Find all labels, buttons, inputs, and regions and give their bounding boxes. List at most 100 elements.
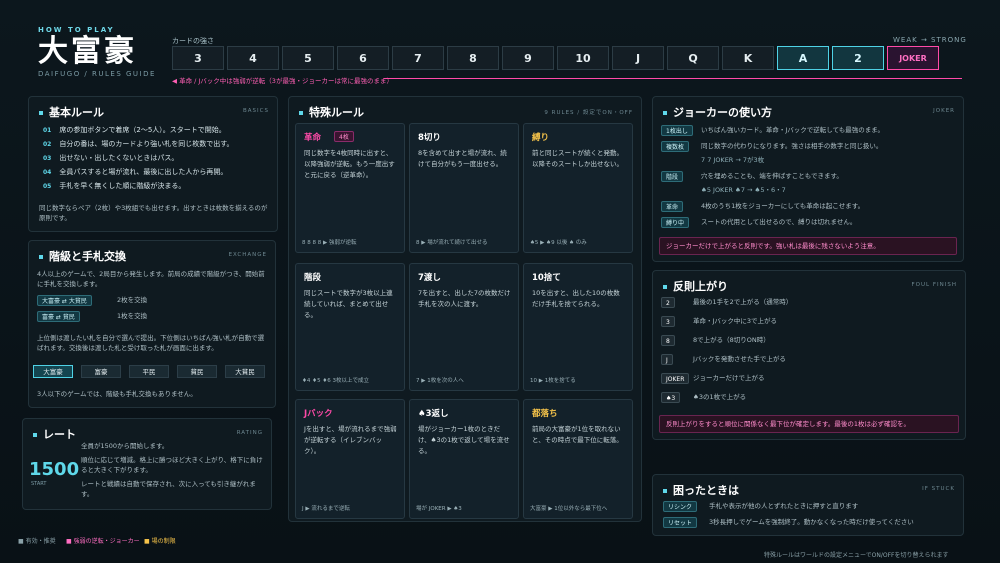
foul-text: ジョーカーだけで上がる — [693, 374, 765, 382]
special-rule-desc: 10を出すと、出した10の枚数だけ手札を捨てられる。 — [532, 289, 620, 308]
rule-number: 02 — [43, 141, 52, 148]
if-stuck-tag: IF STUCK — [922, 486, 955, 492]
special-rule-card: 10捨て 10を出すと、出した10の枚数だけ手札を捨てられる。 10 ▶ 1枚を捨て… — [523, 263, 633, 391]
foul-key: J — [661, 354, 673, 365]
rating-panel: レート RATING 1500 START 全員が1500から開始します。 順位… — [22, 418, 272, 510]
special-rule-example: 8 8 8 8 ▶ 強弱が逆転 — [302, 240, 357, 246]
rule-text: 出せない・出したくないときはパス。 — [59, 154, 179, 162]
special-rule-example: 7 ▶ 1枚を次の人へ — [416, 378, 464, 384]
weak-strong-label: WEAK → STRONG — [893, 36, 967, 44]
foul-text: 最後の1手を2で上がる（通常時） — [693, 298, 793, 306]
special-rule-title: 都落ち — [532, 409, 558, 419]
basic-note: 同じ数字ならペア（2枚）や3枚組でも出せます。出すときは枚数を揃えるのが原則です… — [39, 204, 268, 222]
special-rule-card: 革命 4枚同じ数字を4枚同時に出すと、以降強弱が逆転。もう一度出すと元に戻る（逆革… — [295, 123, 405, 253]
basic-rules-panel: 基本ルール BASICS 01 席の参加ボタンで着席（2〜5人）。スタートで開始。… — [28, 96, 278, 232]
joker-chip: 革命 — [661, 201, 684, 212]
special-rule-desc: 同じ数字を4枚同時に出すと、以降強弱が逆転。もう一度出すと元に戻る（逆革命）。 — [304, 149, 395, 179]
rule-item: 04 全員パスすると場が流れ、最後に出した人から再開。 — [43, 167, 227, 177]
special-rule-example: 10 ▶ 1枚を捨てる — [530, 378, 576, 384]
special-rule-title: 階段 — [304, 273, 322, 283]
rules-board: HOW TO PLAY 大富豪 DAIFUGO / RULES GUIDE カー… — [0, 0, 1000, 563]
rule-number: 04 — [43, 169, 52, 176]
exchange-text: 2枚を交換 — [117, 296, 148, 304]
special-rule-card: 都落ち 前局の大富豪が1位を取れないと、その時点で最下位に転落。 大富豪 ▶ 1位以… — [523, 399, 633, 519]
joker-text: スートの代用として出せるので、縛りは切れません。 — [701, 218, 857, 226]
special-rule-desc: 前と同じスートが続くと発動。以降そのスートしか出せない。 — [532, 149, 623, 168]
rating-tag: RATING — [236, 430, 263, 436]
exchange-title: 階級と手札交換 — [39, 248, 126, 264]
special-rule-title: 縛り — [532, 133, 550, 143]
revolution-note: ◀ 革命 / Jバック中は強弱が逆転（3が最強・ジョーカーは常に最強のまま） — [172, 77, 393, 85]
exchange-desc: 4人以上のゲームで、2局目から発生します。前局の成績で階級がつき、開始前に手札を… — [37, 270, 265, 288]
card-q: Q — [667, 46, 719, 70]
legend-reverse: ■ 強弱の逆転・ジョーカー — [66, 538, 140, 545]
special-rule-example: 8 ▶ 場が流れて続けて出せる — [416, 240, 488, 246]
special-rule-example: ♦4 ♦5 ♦6 3枚以上で成立 — [302, 378, 370, 384]
reset-button[interactable]: リセット — [663, 517, 698, 528]
joker-example: ♠5 JOKER ♠7 → ♠5・6・7 — [701, 186, 786, 194]
special-rule-desc: 7を出すと、出した7の枚数だけ手札を次の人に渡す。 — [418, 289, 511, 308]
foul-warning: 反則上がりをすると順位に関係なく最下位が確定します。最後の1枚は必ず確認を。 — [659, 415, 959, 433]
special-rule-badge: 4枚 — [334, 131, 354, 142]
card-4: 4 — [227, 46, 279, 70]
joker-text: 4枚のうち1枚をジョーカーにしても革命は起こせます。 — [701, 202, 865, 210]
foul-key: 3 — [661, 316, 675, 327]
basic-rules-title: 基本ルール — [39, 104, 104, 120]
rule-text: 席の参加ボタンで着席（2〜5人）。スタートで開始。 — [59, 126, 226, 134]
special-rule-desc: Jを出すと、場が流れるまで強弱が逆転する（イレブンバック）。 — [304, 425, 397, 455]
card-j: J — [612, 46, 664, 70]
joker-text: いちばん強いカード。革命・Jバックで逆転しても最強のまま。 — [701, 126, 885, 134]
rank-hinmin: 貧民 — [177, 365, 217, 378]
rating-value: 1500 — [29, 459, 80, 480]
strength-label: カードの強さ — [172, 37, 214, 45]
reset-desc: 3秒長押しでゲームを強制終了。動かなくなった時だけ使ってください — [709, 518, 914, 526]
special-rule-example: ♠5 ▶ ♠9 以後 ♠ のみ — [530, 240, 587, 246]
page-subtitle: DAIFUGO / RULES GUIDE — [38, 70, 156, 78]
foul-text: ♠3の1枚で上がる — [693, 393, 747, 401]
exchange-note: 上位側は渡したい札を自分で選んで提出。下位側はいちばん強い札が自動で選ばれます。… — [37, 334, 265, 352]
special-rule-title: Jバック — [304, 409, 333, 419]
foul-key: 2 — [661, 297, 675, 308]
exchange-panel: 階級と手札交換 EXCHANGE 4人以上のゲームで、2局目から発生します。前局… — [28, 240, 276, 408]
joker-tag: JOKER — [933, 108, 955, 114]
footer-note: 特殊ルールはワールドの設定メニューでON/OFFを切り替えられます — [764, 552, 949, 559]
rating-item: レートと戦績は自動で保存され、次に入っても引き継がれます。 — [81, 480, 256, 498]
special-rule-card: Jバック Jを出すと、場が流れるまで強弱が逆転する（イレブンバック）。 J ▶ 流れ… — [295, 399, 405, 519]
if-stuck-panel: 困ったときは IF STUCK リシンク 手札や表示が他の人とずれたときに押すと… — [652, 474, 964, 536]
foul-finish-tag: FOUL FINISH — [911, 282, 957, 288]
joker-title: ジョーカーの使い方 — [663, 104, 772, 120]
special-rule-desc: 8を含めて出すと場が流れ、続けて自分がもう一度出せる。 — [418, 149, 507, 168]
rank-daihinmin: 大貧民 — [225, 365, 265, 378]
special-rule-card: ♠3返し 場がジョーカー1枚のときだけ、♠3の1枚で返して場を流せる。 場が JOK… — [409, 399, 519, 519]
foul-finish-panel: 反則上がり FOUL FINISH 2 最後の1手を2で上がる（通常時） 3 革命・J… — [652, 270, 966, 440]
rule-item: 02 自分の番は、場のカードより強い札を同じ枚数で出す。 — [43, 139, 234, 149]
joker-warning: ジョーカーだけで上がると反則です。強い札は最後に残さないよう注意。 — [659, 237, 957, 255]
joker-chip: 複数枚 — [661, 141, 690, 152]
exchange-chip: 富豪 ⇄ 貧民 — [37, 311, 80, 322]
special-rule-example: J ▶ 流れるまで逆転 — [302, 506, 350, 512]
joker-chip: 1枚出し — [661, 125, 693, 136]
foul-key: 8 — [661, 335, 675, 346]
rule-item: 01 席の参加ボタンで着席（2〜5人）。スタートで開始。 — [43, 125, 226, 135]
if-stuck-title: 困ったときは — [663, 482, 739, 498]
card-k: K — [722, 46, 774, 70]
rule-number: 05 — [43, 183, 52, 190]
special-rule-card: 階段同じスートで数字が3枚以上連続していれば、まとめて出せる。 ♦4 ♦5 ♦6 … — [295, 263, 405, 391]
rating-start-label: START — [31, 481, 47, 487]
rating-item: 順位に応じて増減。格上に勝つほど大きく上がり、格下に負けると大きく下がります。 — [81, 456, 263, 474]
special-rule-title: 革命 — [304, 133, 322, 143]
revolution-line — [384, 78, 962, 79]
rule-text: 自分の番は、場のカードより強い札を同じ枚数で出す。 — [59, 140, 234, 148]
card-5: 5 — [282, 46, 334, 70]
joker-chip: 縛り中 — [661, 217, 690, 228]
special-rule-example: 大富豪 ▶ 1位以外なら最下位へ — [530, 506, 608, 512]
special-rule-title: 10捨て — [532, 273, 561, 283]
special-rule-card: 8切り 8を含めて出すと場が流れ、続けて自分がもう一度出せる。 8 ▶ 場が流れて続… — [409, 123, 519, 253]
resync-button[interactable]: リシンク — [663, 501, 698, 512]
card-joker: JOKER — [887, 46, 939, 70]
foul-finish-title: 反則上がり — [663, 278, 728, 294]
special-rule-desc: 同じスートで数字が3枚以上連続していれば、まとめて出せる。 — [304, 289, 393, 319]
rank-bar: 大富豪 富豪 平民 貧民 大貧民 — [29, 365, 277, 380]
card-9: 9 — [502, 46, 554, 70]
rule-number: 01 — [43, 127, 52, 134]
